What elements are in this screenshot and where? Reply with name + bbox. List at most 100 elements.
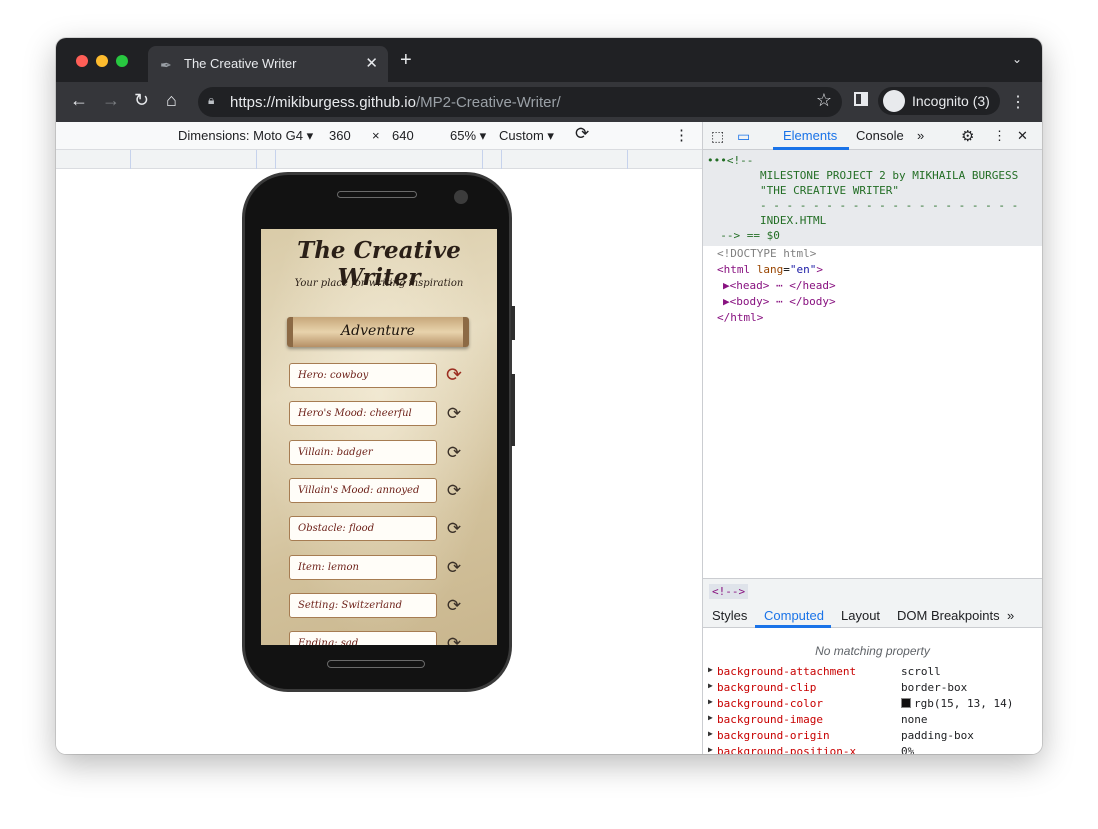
- inspect-element-icon[interactable]: ⬚: [711, 128, 724, 145]
- more-subtabs-icon[interactable]: »: [1007, 608, 1014, 623]
- phone-speaker: [337, 191, 417, 198]
- site-screen: The Creative Writer Your place for writi…: [261, 229, 497, 645]
- close-icon[interactable]: ✕: [1017, 128, 1028, 144]
- forward-icon[interactable]: →: [102, 90, 120, 111]
- back-icon[interactable]: ←: [70, 90, 88, 111]
- prompt-setting: Setting: Switzerland: [289, 593, 437, 618]
- computed-row[interactable]: ▶ background-origin padding-box: [703, 728, 1042, 744]
- refresh-icon[interactable]: ⟳: [443, 403, 465, 425]
- more-tabs-icon[interactable]: »: [917, 128, 924, 143]
- width-input[interactable]: 360: [329, 128, 351, 143]
- url-text: https://mikiburgess.github.io/MP2-Creati…: [230, 94, 561, 111]
- comment-line: •••<!--: [707, 154, 754, 167]
- lock-icon: 🔒︎: [208, 93, 215, 107]
- refresh-icon[interactable]: ⟳: [443, 557, 465, 579]
- phone-home-bar: [327, 660, 425, 668]
- breadcrumb-item[interactable]: <!-->: [709, 584, 749, 599]
- tab-layout[interactable]: Layout: [841, 608, 880, 623]
- site-subtitle: Your place for writing inspiration: [294, 278, 464, 289]
- prompt-row: Hero's Mood: cheerful ⟳: [289, 401, 479, 426]
- quill-icon: ✒: [160, 57, 172, 73]
- rotate-icon[interactable]: ⟳: [575, 124, 589, 144]
- browser-tab[interactable]: ✒ The Creative Writer ✕: [148, 46, 388, 82]
- computed-row[interactable]: ▶ background-color rgb(15, 13, 14): [703, 696, 1042, 712]
- color-swatch[interactable]: [901, 698, 911, 708]
- device-toolbar: Dimensions: Moto G4 ▾ 360 × 640 65% ▾ Cu…: [56, 122, 702, 150]
- height-input[interactable]: 640: [392, 128, 414, 143]
- tab-title: The Creative Writer: [184, 56, 297, 71]
- refresh-icon[interactable]: ⟳: [443, 442, 465, 464]
- body-node[interactable]: ▶<body> ⋯ </body>: [703, 294, 1042, 310]
- tab-elements[interactable]: Elements: [783, 128, 837, 143]
- computed-row[interactable]: ▶ background-clip border-box: [703, 680, 1042, 696]
- tab-computed[interactable]: Computed: [764, 608, 824, 623]
- browser-window: ✒ The Creative Writer ✕ + ⌄ ← → ↻ ⌂ 🔒︎ h…: [56, 38, 1042, 754]
- devtools-menu-icon[interactable]: ⋮: [993, 128, 1006, 144]
- gear-icon[interactable]: ⚙: [961, 127, 974, 145]
- refresh-icon[interactable]: ⟳: [443, 480, 465, 502]
- prompt-row: Ending: sad ⟳: [289, 631, 479, 645]
- incognito-icon: [883, 90, 905, 112]
- dom-tree: •••<!-- MILESTONE PROJECT 2 by MIKHAILA …: [703, 150, 1042, 326]
- computed-row[interactable]: ▶ background-position-x 0%: [703, 744, 1042, 754]
- prompt-villain-mood: Villain's Mood: annoyed: [289, 478, 437, 503]
- phone-volume-button: [511, 374, 515, 446]
- device-select[interactable]: Dimensions: Moto G4 ▾: [178, 128, 313, 144]
- device-toggle-icon[interactable]: ▭: [737, 128, 750, 145]
- home-icon[interactable]: ⌂: [166, 90, 177, 111]
- prompt-row: Villain: badger ⟳: [289, 440, 479, 465]
- comment-line: INDEX.HTML: [707, 214, 827, 227]
- prompt-villain: Villain: badger: [289, 440, 437, 465]
- html-comment-node[interactable]: •••<!-- MILESTONE PROJECT 2 by MIKHAILA …: [703, 150, 1042, 246]
- minimize-window-button[interactable]: [96, 55, 108, 67]
- tab-console[interactable]: Console: [856, 128, 904, 143]
- refresh-icon[interactable]: ⟳: [443, 365, 465, 387]
- phone-camera: [454, 190, 468, 204]
- star-icon[interactable]: ☆: [816, 90, 832, 111]
- device-toolbar-menu-icon[interactable]: ⋮: [674, 126, 689, 144]
- comment-line: MILESTONE PROJECT 2 by MIKHAILA BURGESS: [707, 169, 1019, 182]
- devtools-panel: ⬚ ▭ Elements Console » ⚙ ⋮ ✕ •••<!-- MIL…: [702, 122, 1042, 754]
- tab-close-icon[interactable]: ✕: [365, 54, 378, 72]
- prompt-row: Obstacle: flood ⟳: [289, 516, 479, 541]
- zoom-select[interactable]: 65% ▾: [450, 128, 486, 144]
- genre-scroll-button[interactable]: Adventure: [287, 317, 469, 347]
- genre-label: Adventure: [341, 323, 415, 339]
- breadcrumb: <!-->: [703, 578, 1042, 602]
- chevron-down-icon[interactable]: ⌄: [1012, 52, 1022, 66]
- refresh-icon[interactable]: ⟳: [443, 633, 465, 645]
- zoom-window-button[interactable]: [116, 55, 128, 67]
- times-sign: ×: [372, 128, 380, 143]
- new-tab-icon[interactable]: +: [400, 49, 412, 72]
- prompt-row: Setting: Switzerland ⟳: [289, 593, 479, 618]
- prompt-item: Item: lemon: [289, 555, 437, 580]
- reload-icon[interactable]: ↻: [134, 90, 149, 111]
- doctype-node[interactable]: <!DOCTYPE html>: [703, 246, 1042, 262]
- prompt-row: Item: lemon ⟳: [289, 555, 479, 580]
- address-bar[interactable]: 🔒︎ https://mikiburgess.github.io/MP2-Cre…: [198, 87, 842, 117]
- tab-dom-breakpoints[interactable]: DOM Breakpoints: [897, 608, 1000, 623]
- comment-line: --> == $0: [707, 229, 780, 242]
- browser-menu-icon[interactable]: ⋮: [1010, 92, 1026, 112]
- prompt-hero: Hero: cowboy: [289, 363, 437, 388]
- refresh-icon[interactable]: ⟳: [443, 595, 465, 617]
- tab-styles[interactable]: Styles: [712, 608, 747, 623]
- prompt-row: Villain's Mood: annoyed ⟳: [289, 478, 479, 503]
- head-node[interactable]: ▶<head> ⋯ </head>: [703, 278, 1042, 294]
- incognito-label: Incognito (3): [912, 93, 990, 109]
- html-attr: lang: [756, 263, 784, 276]
- html-node[interactable]: <html lang="en">: [703, 262, 1042, 278]
- refresh-icon[interactable]: ⟳: [443, 518, 465, 540]
- incognito-button[interactable]: Incognito (3): [878, 87, 1000, 115]
- throttle-select[interactable]: Custom ▾: [499, 128, 554, 144]
- side-panel-icon[interactable]: [854, 92, 868, 106]
- html-close-node[interactable]: </html>: [703, 310, 1042, 326]
- prompt-ending: Ending: sad: [289, 631, 437, 645]
- tab-strip: ✒ The Creative Writer ✕ + ⌄: [56, 38, 1042, 82]
- html-attr-value: "en": [789, 263, 817, 276]
- prompt-obstacle: Obstacle: flood: [289, 516, 437, 541]
- no-match-message: No matching property: [815, 644, 930, 658]
- close-window-button[interactable]: [76, 55, 88, 67]
- computed-row[interactable]: ▶ background-image none: [703, 712, 1042, 728]
- computed-row[interactable]: ▶ background-attachment scroll: [703, 664, 1042, 680]
